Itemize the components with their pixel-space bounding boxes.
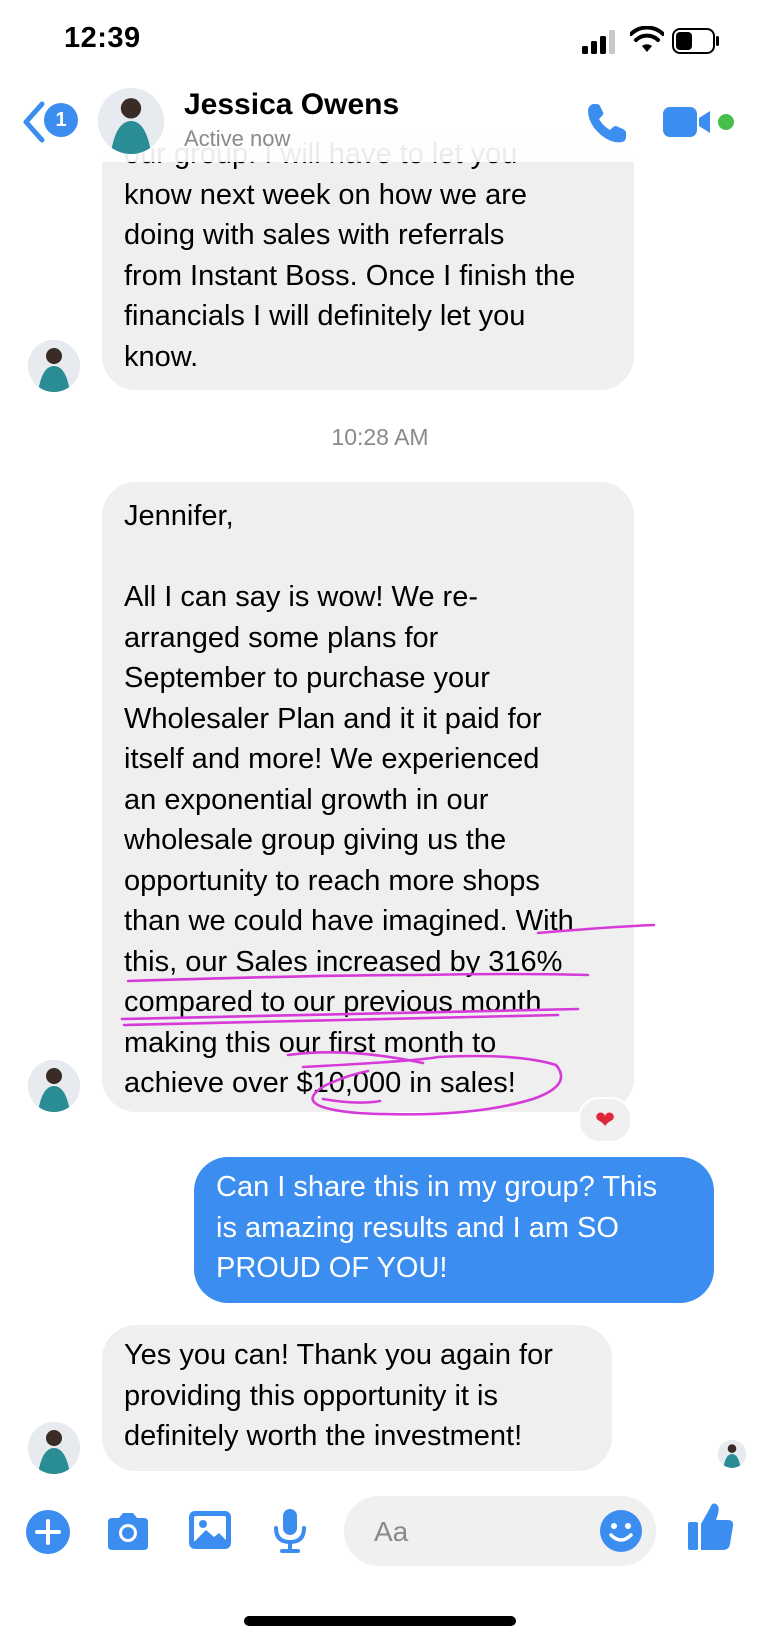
message-text: our group. I will have to let you know n…	[124, 138, 576, 373]
message-timestamp: 10:28 AM	[331, 424, 429, 450]
avatar-photo-icon	[28, 340, 80, 392]
message-text: Yes you can! Thank you again for providi…	[124, 1339, 553, 1452]
video-camera-icon[interactable]	[662, 104, 714, 140]
image-icon[interactable]	[186, 1506, 234, 1554]
signal-strength-icon	[582, 30, 615, 54]
highlight-annotation	[120, 923, 656, 1116]
phone-icon[interactable]	[584, 100, 630, 146]
status-bar-time: 12:39	[64, 22, 141, 54]
heart-reaction-icon[interactable]: ❤	[578, 1097, 632, 1143]
message-bubble-incoming[interactable]: our group. I will have to let you know n…	[102, 128, 634, 390]
avatar-photo-icon	[28, 1422, 80, 1474]
active-status: Active now	[184, 126, 291, 151]
wifi-icon	[630, 26, 664, 52]
home-indicator	[244, 1616, 516, 1626]
message-input[interactable]	[372, 1496, 576, 1568]
online-indicator	[718, 114, 734, 130]
avatar-photo-icon	[28, 1060, 80, 1112]
avatar-photo-icon	[98, 88, 164, 154]
plus-icon[interactable]	[24, 1508, 72, 1556]
microphone-icon[interactable]	[266, 1506, 314, 1554]
contact-name[interactable]: Jessica Owens	[184, 88, 399, 122]
sender-avatar	[28, 1060, 80, 1112]
sender-avatar	[28, 340, 80, 392]
message-bubble-outgoing[interactable]: Can I share this in my group? This is am…	[194, 1157, 714, 1303]
unread-count-badge[interactable]: 1	[44, 103, 78, 137]
battery-icon	[672, 28, 719, 54]
camera-icon[interactable]	[104, 1508, 152, 1556]
message-bubble-incoming[interactable]: Yes you can! Thank you again for providi…	[102, 1325, 612, 1471]
avatar-photo-icon	[718, 1440, 746, 1468]
thumbs-up-icon[interactable]	[686, 1500, 736, 1554]
contact-avatar[interactable]	[98, 88, 164, 154]
sender-avatar	[28, 1422, 80, 1474]
message-text: Can I share this in my group? This is am…	[216, 1171, 658, 1284]
read-receipt-avatar	[718, 1440, 746, 1468]
smiley-icon[interactable]	[598, 1508, 644, 1554]
